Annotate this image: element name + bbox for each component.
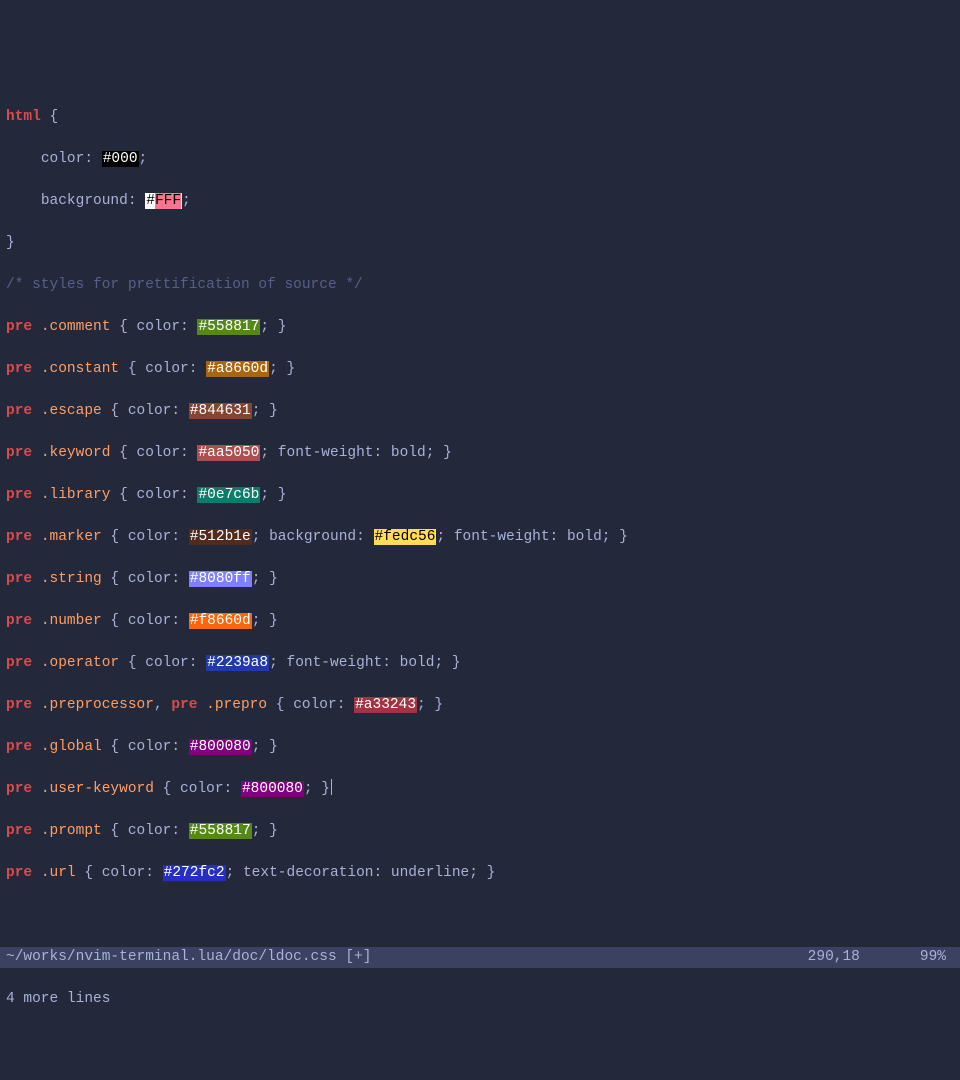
code-line: pre .library { color: #0e7c6b; } [6, 485, 954, 506]
color-swatch: #8080ff [189, 571, 252, 587]
code-line: background: #FFF; [6, 191, 954, 212]
color-swatch: #512b1e [189, 529, 252, 545]
code-line: pre .prompt { color: #558817; } [6, 821, 954, 842]
status-bar: ~/works/nvim-terminal.lua/doc/ldoc.css [… [0, 947, 960, 968]
color-swatch: #fedc56 [374, 529, 437, 545]
color-swatch: #aa5050 [197, 445, 260, 461]
code-line: pre .string { color: #8080ff; } [6, 569, 954, 590]
color-swatch: #f8660d [189, 613, 252, 629]
selector-html: html [6, 109, 41, 125]
color-swatch: #000 [102, 151, 139, 167]
code-line: color: #000; [6, 149, 954, 170]
color-swatch: #a33243 [354, 697, 417, 713]
code-line: pre .escape { color: #844631; } [6, 401, 954, 422]
editor-viewport[interactable]: html { color: #000; background: #FFF; } … [0, 84, 960, 905]
code-line: pre .operator { color: #2239a8; font-wei… [6, 653, 954, 674]
color-swatch: #a8660d [206, 361, 269, 377]
code-line: pre .constant { color: #a8660d; } [6, 359, 954, 380]
color-swatch: #800080 [241, 781, 304, 797]
code-line: pre .comment { color: #558817; } [6, 317, 954, 338]
color-swatch: #272fc2 [163, 865, 226, 881]
color-swatch: #FFF [145, 193, 182, 209]
code-line: } [6, 233, 954, 254]
message-line: 4 more lines [0, 989, 960, 1010]
cursor-position: 290,18 [808, 947, 860, 968]
color-swatch: #558817 [189, 823, 252, 839]
code-line: pre .global { color: #800080; } [6, 737, 954, 758]
code-line: pre .user-keyword { color: #800080; } [6, 779, 954, 800]
code-line: pre .marker { color: #512b1e; background… [6, 527, 954, 548]
code-line: pre .number { color: #f8660d; } [6, 611, 954, 632]
color-swatch: #844631 [189, 403, 252, 419]
code-line: pre .url { color: #272fc2; text-decorati… [6, 863, 954, 884]
color-swatch: #2239a8 [206, 655, 269, 671]
color-swatch: #800080 [189, 739, 252, 755]
code-line: html { [6, 107, 954, 128]
text-cursor [331, 779, 332, 795]
color-swatch: #558817 [197, 319, 260, 335]
code-line: pre .preprocessor, pre .prepro { color: … [6, 695, 954, 716]
code-comment: /* styles for prettification of source *… [6, 275, 954, 296]
file-path: ~/works/nvim-terminal.lua/doc/ldoc.css [… [6, 947, 371, 968]
scroll-percent: 99% [920, 947, 946, 968]
code-line: pre .keyword { color: #aa5050; font-weig… [6, 443, 954, 464]
color-swatch: #0e7c6b [197, 487, 260, 503]
